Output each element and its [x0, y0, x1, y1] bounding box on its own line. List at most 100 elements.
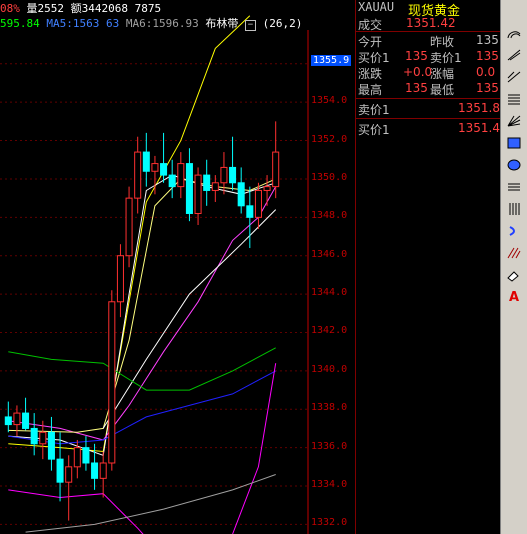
ma-prev-value: 595.84: [0, 17, 40, 30]
candle-body: [30, 427, 38, 445]
pct-value: 0.0: [476, 65, 496, 79]
open-row: 今开 昨收 135: [358, 33, 501, 50]
ma5-value: MA5:1563 63: [46, 17, 120, 30]
indicator-line: [8, 489, 144, 534]
low-label: 最低: [430, 83, 455, 97]
candle-body: [185, 163, 193, 214]
divider: [356, 98, 501, 99]
candle-body: [142, 151, 150, 172]
candle-body: [99, 462, 107, 479]
chart-header: 08% 量2552 额3442068 7875: [0, 0, 161, 15]
indicator-params: (26,2): [262, 17, 303, 30]
pct-label: 涨幅: [430, 67, 455, 81]
change-row: 涨跌 +0.0 涨幅 0.0: [358, 65, 501, 82]
text-tool-icon[interactable]: A: [504, 288, 524, 306]
candle-body: [194, 174, 202, 214]
candle-body: [4, 416, 12, 426]
divider: [356, 118, 501, 119]
wave-tool-icon[interactable]: [504, 222, 524, 240]
fan-tool-icon[interactable]: [504, 112, 524, 130]
chart-area[interactable]: 08% 量2552 额3442068 7875 595.84 MA5:1563 …: [0, 0, 355, 534]
candle-body: [13, 412, 21, 426]
candle-body: [160, 163, 168, 176]
curve-tool-icon[interactable]: [504, 46, 524, 64]
candle-body: [22, 412, 30, 429]
y-tick-label: 1338.0: [311, 402, 348, 414]
candle-body: [177, 163, 185, 188]
candle-body: [168, 174, 176, 188]
candle-body: [254, 189, 262, 218]
low-value: 135: [476, 81, 499, 95]
chart-header-ma: 595.84 MA5:1563 63 MA6:1596.93 布林带 − (26…: [0, 15, 303, 31]
candle-body: [229, 166, 237, 184]
y-tick-label: 1352.0: [311, 133, 348, 145]
bid-level-row: 买价1 1351.42: [358, 121, 508, 138]
ask-label: 卖价1: [430, 51, 462, 65]
indicator-line: [232, 363, 277, 534]
candle-body: [151, 163, 159, 172]
header-volume: 量2552: [26, 2, 65, 15]
candle-body: [108, 301, 116, 464]
line-tool-icon[interactable]: [504, 68, 524, 86]
rect-tool-icon[interactable]: [504, 134, 524, 152]
candle-body: [56, 458, 64, 483]
header-prefix: 08%: [0, 2, 20, 15]
y-tick-label: 1348.0: [311, 210, 348, 222]
candle-body: [91, 462, 99, 479]
candle-body: [39, 431, 47, 445]
ask-value: 135: [476, 49, 499, 63]
ma6-value: MA6:1596.93: [125, 17, 199, 30]
prevclose-value: 135: [476, 33, 499, 47]
vlines-tool-icon[interactable]: [504, 200, 524, 218]
quote-panel: XAUAU 现货黄金 成交 1351.42 今开 昨收 135 买价1 135 …: [355, 0, 508, 534]
ruler-tool-icon[interactable]: [504, 90, 524, 108]
y-tick-label: 1340.0: [311, 363, 348, 375]
candle-body: [246, 205, 254, 218]
change-label: 涨跌: [358, 67, 383, 81]
ask-level-label: 卖价1: [358, 103, 390, 117]
ellipse-tool-icon[interactable]: [504, 156, 524, 174]
collapse-icon[interactable]: −: [244, 20, 256, 31]
candle-body: [203, 174, 211, 191]
y-tick-label: 1354.0: [311, 95, 348, 107]
candle-body: [220, 166, 228, 184]
bid-level-label: 买价1: [358, 123, 390, 137]
y-tick-label: 1334.0: [311, 479, 348, 491]
quote-title: XAUAU 现货黄金: [358, 0, 501, 19]
ask-level-row: 卖价1 1351.88: [358, 101, 508, 118]
open-label: 今开: [358, 35, 383, 49]
candle-body: [134, 151, 142, 199]
indicator-name[interactable]: 布林带: [205, 17, 238, 30]
high-low-row: 最高 135 最低 135: [358, 81, 501, 98]
candle-body: [73, 447, 81, 468]
candle-body: [65, 466, 73, 483]
high-value: 135: [405, 81, 428, 95]
indicator-line: [25, 474, 276, 533]
candle-body: [47, 431, 55, 460]
candle-body: [211, 182, 219, 191]
header-amount: 额3442068 7875: [70, 2, 162, 15]
indicator-line: [8, 347, 276, 391]
last-value: 1351.42: [406, 16, 456, 30]
y-tick-label: 1346.0: [311, 248, 348, 260]
candle-body: [125, 197, 133, 257]
bid-label: 买价1: [358, 51, 390, 65]
change-value: +0.0: [403, 65, 433, 79]
current-price-tag: 1355.9: [311, 55, 352, 66]
bid-value: 135: [405, 49, 428, 63]
divider: [356, 31, 501, 32]
y-tick-label: 1332.0: [311, 517, 348, 529]
hatch-tool-icon[interactable]: [504, 244, 524, 262]
eraser-tool-icon[interactable]: [504, 266, 524, 284]
prevclose-label: 昨收: [430, 35, 455, 49]
candle-body: [263, 186, 271, 191]
y-tick-label: 1350.0: [311, 171, 348, 183]
candle-body: [237, 182, 245, 207]
arc-tool-icon[interactable]: [504, 24, 524, 42]
drawing-toolbar: A: [500, 0, 527, 534]
y-tick-label: 1336.0: [311, 440, 348, 452]
chart-canvas[interactable]: [0, 0, 355, 534]
channel-tool-icon[interactable]: [504, 178, 524, 196]
candle-body: [116, 255, 124, 303]
symbol: XAUAU: [358, 0, 395, 14]
